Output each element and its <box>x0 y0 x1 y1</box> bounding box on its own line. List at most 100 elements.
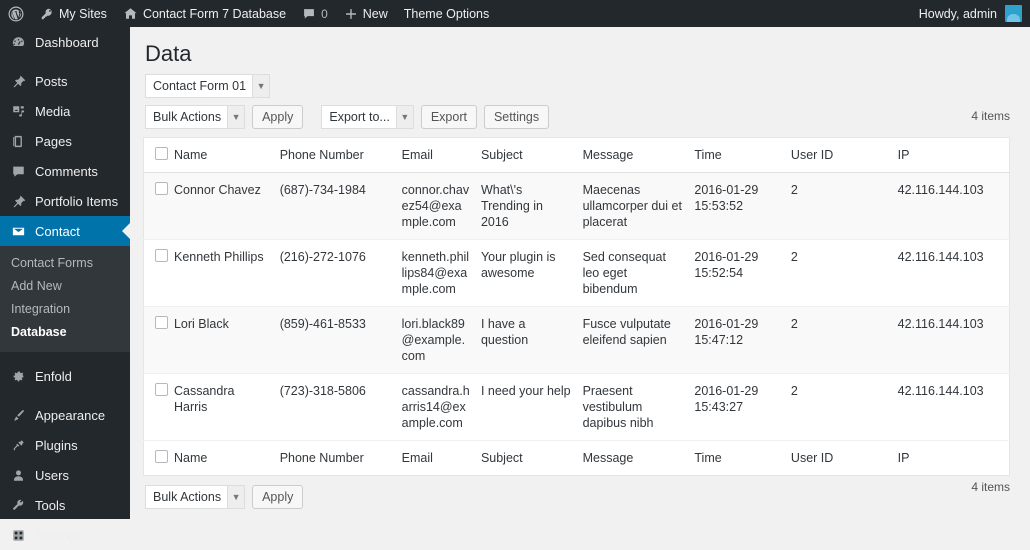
sidebar-item-posts[interactable]: Posts <box>0 66 130 96</box>
table-row[interactable]: Lori Black (859)-461-8533 lori.black89@e… <box>143 306 1010 374</box>
sidebar-item-users[interactable]: Users <box>0 460 130 490</box>
sidebar-item-enfold[interactable]: Enfold <box>0 361 130 391</box>
cell-name: Kenneth Phillips <box>173 239 280 307</box>
dashboard-icon <box>9 35 27 50</box>
sidebar-item-label: Contact <box>35 223 80 239</box>
admin-bar: My Sites Contact Form 7 Database 0 New T… <box>0 0 1030 27</box>
cell-ip: 42.116.144.103 <box>897 306 1010 374</box>
cell-phone: (687)-734-1984 <box>279 172 402 240</box>
admin-bar-label: My Sites <box>59 6 107 21</box>
bulk-actions-select-bottom[interactable]: Bulk Actions ▼ <box>145 485 246 509</box>
page-title: Data <box>145 41 192 66</box>
column-footer-time[interactable]: Time <box>694 440 791 476</box>
bulk-actions-select-top[interactable]: Bulk Actions ▼ <box>145 105 246 129</box>
admin-bar-item-new[interactable]: New <box>336 0 396 27</box>
table-head: Name Phone Number Email Subject Message … <box>143 137 1010 173</box>
column-header-user-id[interactable]: User ID <box>790 137 898 173</box>
cell-user-id: 2 <box>790 306 898 374</box>
column-footer-subject[interactable]: Subject <box>480 440 583 476</box>
cell-phone: (216)-272-1076 <box>279 239 402 307</box>
wordpress-logo-icon <box>8 6 24 22</box>
submenu-item-label: Add New <box>11 279 62 293</box>
admin-bar-item-my-sites[interactable]: My Sites <box>32 0 115 27</box>
column-header-name[interactable]: Name <box>173 137 280 173</box>
cell-time: 2016-01-29 15:43:27 <box>694 373 791 441</box>
apply-button-bottom[interactable]: Apply <box>252 485 304 509</box>
select-all-checkbox-top[interactable] <box>155 147 168 160</box>
cell-email: lori.black89@example.com <box>401 306 481 374</box>
column-header-message[interactable]: Message <box>582 137 695 173</box>
sidebar-item-label: Posts <box>35 73 68 89</box>
sidebar-item-contact[interactable]: Contact <box>0 216 130 246</box>
cell-ip: 42.116.144.103 <box>897 239 1010 307</box>
sidebar-item-label: Portfolio Items <box>35 193 119 209</box>
sidebar-item-pages[interactable]: Pages <box>0 126 130 156</box>
cell-name: Connor Chavez <box>173 172 280 240</box>
contact-form-select-value: Contact Form 01 <box>153 79 247 93</box>
apply-button-top[interactable]: Apply <box>252 105 304 129</box>
column-footer-name[interactable]: Name <box>173 440 280 476</box>
export-to-select[interactable]: Export to... ▼ <box>321 105 414 129</box>
column-header-subject[interactable]: Subject <box>480 137 583 173</box>
sidebar-item-label: Pages <box>35 133 72 149</box>
sidebar-item-plugins[interactable]: Plugins <box>0 430 130 460</box>
sidebar-item-media[interactable]: Media <box>0 96 130 126</box>
admin-bar-item-comments[interactable]: 0 <box>294 0 336 27</box>
cell-name: Cassandra Harris <box>173 373 280 441</box>
row-checkbox[interactable] <box>155 182 168 195</box>
column-header-ip[interactable]: IP <box>897 137 1010 173</box>
table-row[interactable]: Kenneth Phillips (216)-272-1076 kenneth.… <box>143 239 1010 307</box>
sidebar-item-label: Media <box>35 103 71 119</box>
column-footer-user-id[interactable]: User ID <box>790 440 898 476</box>
column-footer-phone[interactable]: Phone Number <box>279 440 402 476</box>
submenu-item-integration[interactable]: Integration <box>0 298 130 321</box>
contact-form-select[interactable]: Contact Form 01 ▼ <box>145 74 271 98</box>
admin-bar-item-site-name[interactable]: Contact Form 7 Database <box>115 0 294 27</box>
sidebar-item-appearance[interactable]: Appearance <box>0 400 130 430</box>
submenu-item-database[interactable]: Database <box>0 321 130 344</box>
admin-bar-label: Contact Form 7 Database <box>142 6 287 21</box>
sidebar-item-tools[interactable]: Tools <box>0 490 130 520</box>
sidebar-item-label: Plugins <box>35 437 78 453</box>
table-body: Connor Chavez (687)-734-1984 connor.chav… <box>143 172 1010 441</box>
cell-time: 2016-01-29 15:47:12 <box>694 306 791 374</box>
admin-bar-account[interactable]: Howdy, admin <box>919 5 1030 22</box>
sidebar-item-dashboard[interactable]: Dashboard <box>0 27 130 57</box>
sidebar-item-portfolio-items[interactable]: Portfolio Items <box>0 186 130 216</box>
cell-phone: (859)-461-8533 <box>279 306 402 374</box>
column-footer-email[interactable]: Email <box>401 440 481 476</box>
column-footer-message[interactable]: Message <box>582 440 695 476</box>
sidebar-item-settings[interactable]: Settings <box>0 520 130 550</box>
select-all-checkbox-bottom[interactable] <box>155 450 168 463</box>
brush-icon <box>9 408 27 423</box>
media-icon <box>9 104 27 119</box>
table-row[interactable]: Connor Chavez (687)-734-1984 connor.chav… <box>143 172 1010 240</box>
key-icon <box>40 7 54 21</box>
sidebar-item-label: Comments <box>35 163 98 179</box>
wordpress-logo-button[interactable] <box>0 0 32 27</box>
column-header-phone[interactable]: Phone Number <box>279 137 402 173</box>
main-content: Data Contact Form 01 ▼ Bulk Actions ▼ Ap… <box>130 27 1030 519</box>
submenu-item-add-new[interactable]: Add New <box>0 275 130 298</box>
chevron-down-icon: ▼ <box>395 106 413 128</box>
cell-message: Maecenas ullamcorper dui et placerat <box>582 172 695 240</box>
export-button[interactable]: Export <box>420 105 477 129</box>
column-header-email[interactable]: Email <box>401 137 481 173</box>
gear-icon <box>9 369 27 384</box>
table-row[interactable]: Cassandra Harris (723)-318-5806 cassandr… <box>143 373 1010 441</box>
column-footer-ip[interactable]: IP <box>897 440 1010 476</box>
howdy-label: Howdy, admin <box>918 6 997 21</box>
cell-time: 2016-01-29 15:52:54 <box>694 239 791 307</box>
cell-time: 2016-01-29 15:53:52 <box>694 172 791 240</box>
avatar <box>1005 5 1022 22</box>
row-checkbox[interactable] <box>155 316 168 329</box>
sidebar-item-comments[interactable]: Comments <box>0 156 130 186</box>
submenu-item-label: Integration <box>11 302 71 316</box>
column-header-time[interactable]: Time <box>694 137 791 173</box>
pages-icon <box>9 134 27 149</box>
admin-bar-item-theme-options[interactable]: Theme Options <box>396 0 497 27</box>
row-checkbox[interactable] <box>155 249 168 262</box>
settings-button[interactable]: Settings <box>483 105 550 129</box>
row-checkbox[interactable] <box>155 383 168 396</box>
submenu-item-contact-forms[interactable]: Contact Forms <box>0 252 130 275</box>
